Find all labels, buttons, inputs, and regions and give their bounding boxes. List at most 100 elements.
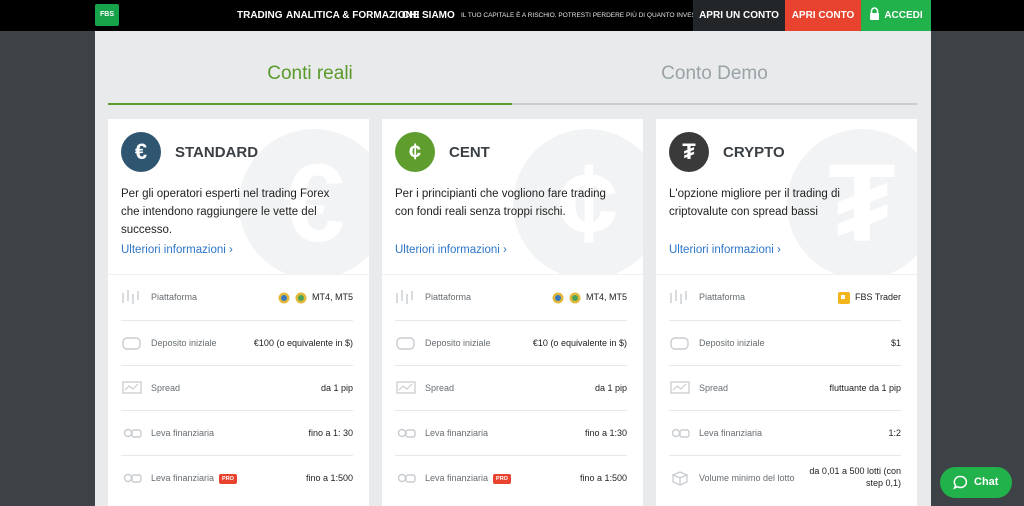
spec-row: Leva finanziaria PRO fino a 1:500 <box>121 455 353 500</box>
row-value: FBS Trader <box>854 292 901 302</box>
row-label: Spread <box>151 383 181 393</box>
fbs-logo[interactable]: FBS <box>95 4 119 26</box>
login-label: ACCEDI <box>884 10 923 21</box>
leverage-icon <box>395 425 417 441</box>
row-label: Deposito iniziale <box>151 338 217 348</box>
pro-badge: PRO <box>219 473 237 484</box>
row-value: fino a 1:30 <box>584 428 627 438</box>
row-label: Piattaforma <box>151 292 198 302</box>
fbs-trader-icon <box>837 291 850 304</box>
spec-row: Leva finanziaria 1:2 <box>669 410 901 455</box>
spec-row: Spread da 1 pip <box>395 365 627 410</box>
platform-icon <box>669 289 691 305</box>
spec-row: Leva finanziaria fino a 1: 30 <box>121 410 353 455</box>
leverage-icon <box>669 425 691 441</box>
coin-icon: ₮ <box>669 132 709 172</box>
metatrader4-icon <box>552 292 564 304</box>
metatrader5-icon <box>569 292 581 304</box>
lot-icon <box>669 470 691 486</box>
spec-row: Leva finanziaria fino a 1:30 <box>395 410 627 455</box>
more-info-link[interactable]: Ulteriori informazioni › <box>395 244 507 256</box>
row-value: da 0,01 a 500 lotti (con step 0,1) <box>809 466 901 488</box>
open-account-button[interactable]: APRI CONTO <box>785 0 861 31</box>
row-value: 1:2 <box>888 428 901 438</box>
account-card-standard: € € STANDARD Per gli operatori esperti nel … <box>108 119 369 506</box>
card-description: L'opzione migliore per il trading di cri… <box>669 188 840 218</box>
row-label: Leva finanziaria <box>699 428 763 438</box>
tab-real-accounts[interactable]: Conti reali <box>108 31 512 105</box>
chevron-right-icon: › <box>229 244 233 256</box>
account-types-panel: Conti reali Conto Demo € € STANDARD Per gli… <box>95 31 931 506</box>
row-value: da 1 pip <box>594 383 627 393</box>
metatrader4-icon <box>278 292 290 304</box>
login-button[interactable]: ACCEDI <box>861 0 931 31</box>
row-value: da 1 pip <box>320 383 353 393</box>
row-value: €10 (o equivalente in $) <box>532 338 627 348</box>
card-title: CENT <box>449 144 490 161</box>
spec-row: Deposito iniziale €10 (o equivalente in $… <box>395 320 627 365</box>
spec-list: Piattaforma MT4, MT5 Deposito iniziale €100… <box>108 274 369 500</box>
top-navigation-bar: FBS TRADING ANALITICA & FORMAZIONE CHI S… <box>0 0 1024 31</box>
row-value: fino a 1:500 <box>305 473 353 483</box>
more-info-link[interactable]: Ulteriori informazioni › <box>669 244 781 256</box>
card-description: Per gli operatori esperti nel trading Fo… <box>121 188 330 236</box>
spec-row: Spread fluttuante da 1 pip <box>669 365 901 410</box>
platform-icon <box>395 289 417 305</box>
deposit-icon <box>121 335 143 351</box>
spec-row: Leva finanziaria PRO fino a 1:500 <box>395 455 627 500</box>
deposit-icon <box>669 335 691 351</box>
chat-bubble-icon <box>953 475 968 490</box>
spec-row: Piattaforma MT4, MT5 <box>121 275 353 320</box>
row-value: MT4, MT5 <box>585 292 627 302</box>
leverage-icon <box>395 470 417 486</box>
coin-icon: € <box>121 132 161 172</box>
row-value: fino a 1: 30 <box>308 428 353 438</box>
row-value: $1 <box>890 338 901 348</box>
row-value: fluttuante da 1 pip <box>829 383 901 393</box>
platform-icon <box>121 289 143 305</box>
spec-row: Deposito iniziale $1 <box>669 320 901 365</box>
spec-list: Piattaforma FBS Trader Deposito iniziale $1… <box>656 274 917 500</box>
leverage-icon <box>121 425 143 441</box>
card-title: CRYPTO <box>723 144 785 161</box>
leverage-icon <box>121 470 143 486</box>
open-account-link[interactable]: APRI UN CONTO <box>693 0 785 31</box>
tab-demo-account[interactable]: Conto Demo <box>512 31 917 105</box>
deposit-icon <box>395 335 417 351</box>
row-label: Piattaforma <box>425 292 472 302</box>
row-label: Leva finanziaria PRO <box>151 456 237 501</box>
spread-icon <box>669 380 691 396</box>
nav-link-analytics[interactable]: ANALITICA & FORMAZIONE <box>286 0 420 31</box>
chevron-right-icon: › <box>503 244 507 256</box>
spec-row: Piattaforma FBS Trader <box>669 275 901 320</box>
chat-button[interactable]: Chat <box>940 467 1012 498</box>
spread-icon <box>121 380 143 396</box>
account-card-crypto: ₮ ₮ CRYPTO L'opzione migliore per il tradin… <box>656 119 917 506</box>
row-label: Piattaforma <box>699 292 746 302</box>
spread-icon <box>395 380 417 396</box>
chat-label: Chat <box>974 476 999 488</box>
spec-row: Piattaforma MT4, MT5 <box>395 275 627 320</box>
card-description: Per i principianti che vogliono fare tra… <box>395 188 606 218</box>
row-label: Leva finanziaria <box>425 428 489 438</box>
lock-icon <box>870 7 880 21</box>
pro-badge: PRO <box>493 473 511 484</box>
nav-link-about[interactable]: CHI SIAMO <box>402 0 455 31</box>
risk-notice: IL TUO CAPITALE È A RISCHIO. POTRESTI PE… <box>461 12 704 19</box>
more-info-link[interactable]: Ulteriori informazioni › <box>121 244 233 256</box>
metatrader5-icon <box>295 292 307 304</box>
card-title: STANDARD <box>175 144 259 161</box>
spec-row: Volume minimo del lotto da 0,01 a 500 lot… <box>669 455 901 500</box>
row-value: MT4, MT5 <box>311 292 353 302</box>
row-label: Spread <box>425 383 455 393</box>
row-value: €100 (o equivalente in $) <box>253 338 353 348</box>
spec-list: Piattaforma MT4, MT5 Deposito iniziale €10 … <box>382 274 643 500</box>
account-card-cent: ¢ ¢ CENT Per i principianti che vogliono fa… <box>382 119 643 506</box>
row-label: Leva finanziaria PRO <box>425 456 511 501</box>
row-label: Deposito iniziale <box>425 338 491 348</box>
row-label: Volume minimo del lotto <box>699 473 795 483</box>
spec-row: Spread da 1 pip <box>121 365 353 410</box>
nav-link-trading[interactable]: TRADING <box>237 0 283 31</box>
row-value: fino a 1:500 <box>579 473 627 483</box>
chevron-right-icon: › <box>777 244 781 256</box>
